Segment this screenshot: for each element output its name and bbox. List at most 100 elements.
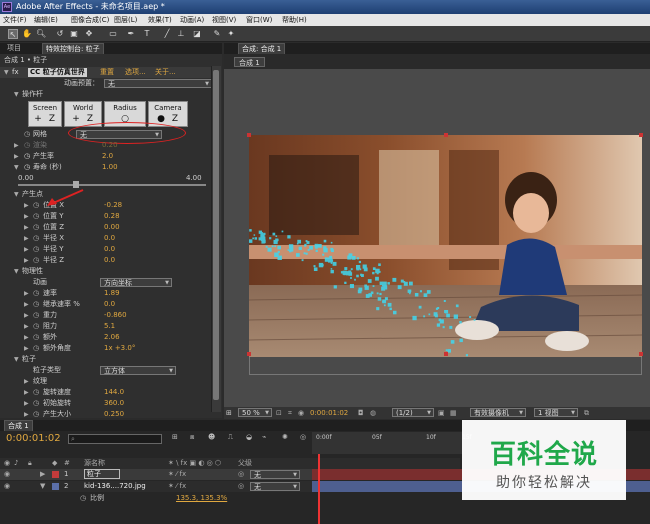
expand-triangle-icon[interactable]: ▶ [24, 200, 29, 211]
slider-handle[interactable] [73, 181, 79, 188]
collapse-triangle-icon[interactable]: ▼ [14, 354, 19, 365]
fx-toggle-icon[interactable]: fx [12, 67, 19, 78]
prop-value[interactable]: 0.00 [104, 222, 120, 233]
pen-tool-icon[interactable]: ✒ [126, 29, 136, 39]
selection-tool-icon[interactable]: ↖ [8, 29, 18, 39]
comp-mini-flowchart-icon[interactable]: ⊞ [172, 433, 178, 441]
lifetime-slider[interactable] [18, 181, 206, 188]
toggle-view-icon[interactable]: ⧉ [584, 407, 589, 419]
pickwhip-icon[interactable]: ◎ [238, 469, 244, 480]
shy-layers-icon[interactable]: ☻ [208, 433, 215, 441]
expand-triangle-icon[interactable]: ▶ [24, 233, 29, 244]
layer-name[interactable]: kid-136....720.jpg [84, 481, 146, 492]
expand-triangle-icon[interactable]: ▶ [24, 255, 29, 266]
source-name-header[interactable]: 源名称 [84, 458, 105, 469]
grid-toggle-icon[interactable]: ⌗ [288, 407, 292, 419]
stopwatch-icon[interactable]: ◷ [24, 129, 30, 140]
menu-help[interactable]: 帮助(H) [282, 14, 307, 26]
expand-triangle-icon[interactable]: ▶ [24, 332, 29, 343]
stopwatch-icon[interactable]: ◷ [33, 211, 39, 222]
layer-color-label[interactable] [52, 471, 59, 478]
eye-icon[interactable]: ◉ [4, 481, 10, 492]
collapse-triangle-icon[interactable]: ▼ [4, 67, 9, 78]
tab-composition[interactable]: 合成: 合成 1 [238, 43, 286, 54]
puppet-tool-icon[interactable]: ✦ [226, 29, 236, 39]
menu-animation[interactable]: 动画(A) [180, 14, 204, 26]
effect-name[interactable]: CC 粒子仿真世界 [28, 68, 87, 77]
stopwatch-icon[interactable]: ◷ [33, 332, 39, 343]
stopwatch-icon[interactable]: ◷ [33, 310, 39, 321]
rectangle-tool-icon[interactable]: ▭ [108, 29, 118, 39]
comp-subtab[interactable]: 合成 1 [234, 57, 265, 67]
menu-layer[interactable]: 图层(L) [114, 14, 137, 26]
layer-name[interactable]: 粒子 [84, 469, 120, 479]
frame-handle[interactable] [444, 133, 448, 137]
preset-dropdown[interactable]: 无 [104, 79, 212, 89]
menu-edit[interactable]: 编辑(E) [34, 14, 58, 26]
stopwatch-icon[interactable]: ◷ [33, 398, 39, 409]
timeline-search-input[interactable]: ⌕ [68, 434, 162, 444]
camera-dropdown[interactable]: 有效摄像机 [470, 408, 526, 418]
parent-dropdown[interactable]: 无 [250, 482, 300, 492]
eraser-tool-icon[interactable]: ◪ [192, 29, 202, 39]
stopwatch-icon[interactable]: ◷ [80, 493, 86, 504]
graph-editor-icon[interactable]: ⌁ [262, 433, 266, 441]
section-triangle-icon[interactable]: ▼ [14, 89, 19, 100]
stopwatch-icon[interactable]: ◷ [24, 151, 30, 162]
brush-tool-icon[interactable]: ╱ [162, 29, 172, 39]
zoom-tool-icon[interactable]: 🔍︎ [36, 29, 46, 39]
draft-3d-icon[interactable]: ⧈ [190, 433, 194, 442]
current-time-indicator[interactable] [318, 454, 320, 524]
particle-type-dropdown[interactable]: 立方体 [100, 366, 176, 376]
rotate-tool-icon[interactable]: ↺ [55, 29, 65, 39]
expand-triangle-icon[interactable]: ▶ [24, 376, 29, 387]
expand-triangle-icon[interactable]: ▶ [14, 140, 19, 151]
scale-value[interactable]: 135.3, 135.3% [176, 493, 227, 504]
transparency-grid-icon[interactable]: ▦ [450, 407, 457, 419]
pan-behind-tool-icon[interactable]: ✥ [84, 29, 94, 39]
prop-value[interactable]: -0.860 [104, 310, 127, 321]
channel-icon[interactable]: ◍ [370, 407, 376, 419]
effect-about-link[interactable]: 关于... [155, 67, 176, 78]
stopwatch-icon[interactable]: ◷ [33, 233, 39, 244]
menu-file[interactable]: 文件(F) [3, 14, 27, 26]
stopwatch-icon[interactable]: ◷ [33, 387, 39, 398]
prop-value[interactable]: 0.20 [102, 140, 118, 151]
expand-triangle-icon[interactable]: ▶ [40, 469, 45, 480]
expand-triangle-icon[interactable]: ▶ [24, 211, 29, 222]
motion-blur-icon[interactable]: ◒ [246, 433, 252, 441]
expand-triangle-icon[interactable]: ▼ [40, 481, 45, 492]
stopwatch-icon[interactable]: ◷ [33, 299, 39, 310]
live-update-icon[interactable]: ◎ [300, 433, 306, 441]
pickwhip-icon[interactable]: ◎ [238, 481, 244, 492]
prop-value[interactable]: 0.28 [104, 211, 120, 222]
roto-brush-tool-icon[interactable]: ✎ [212, 29, 222, 39]
menu-view[interactable]: 视图(V) [212, 14, 236, 26]
expand-triangle-icon[interactable]: ▶ [24, 409, 29, 420]
stopwatch-icon[interactable]: ◷ [33, 244, 39, 255]
stopwatch-icon[interactable]: ◷ [33, 343, 39, 354]
prop-value[interactable]: 0.0 [104, 244, 115, 255]
views-dropdown[interactable]: 1 视图 [534, 408, 578, 418]
eye-icon[interactable]: ◉ [4, 469, 10, 480]
camera-snapshot-icon[interactable]: ◘ [358, 407, 364, 419]
tab-timeline-comp[interactable]: 合成 1 [4, 420, 33, 431]
stopwatch-icon[interactable]: ◷ [24, 162, 30, 173]
frame-blending-icon[interactable]: ⎍ [228, 433, 233, 442]
brainstorm-icon[interactable]: ✺ [282, 433, 288, 441]
hand-tool-icon[interactable]: ✋ [22, 29, 32, 39]
prop-value[interactable]: 0.0 [104, 255, 115, 266]
menu-window[interactable]: 窗口(W) [246, 14, 272, 26]
parent-dropdown[interactable]: 无 [250, 470, 300, 480]
prop-value[interactable]: -0.28 [104, 200, 122, 211]
stopwatch-icon[interactable]: ◷ [33, 321, 39, 332]
expand-triangle-icon[interactable]: ▶ [24, 244, 29, 255]
prop-value[interactable]: 1.00 [102, 162, 118, 173]
frame-handle[interactable] [247, 352, 251, 356]
expand-triangle-icon[interactable]: ▶ [24, 398, 29, 409]
effect-options-link[interactable]: 选项... [125, 67, 146, 78]
menu-composition[interactable]: 图像合成(C) [71, 14, 109, 26]
prop-value[interactable]: 1x +3.0° [104, 343, 135, 354]
menu-effect[interactable]: 效果(T) [148, 14, 172, 26]
collapse-triangle-icon[interactable]: ▼ [14, 162, 19, 173]
